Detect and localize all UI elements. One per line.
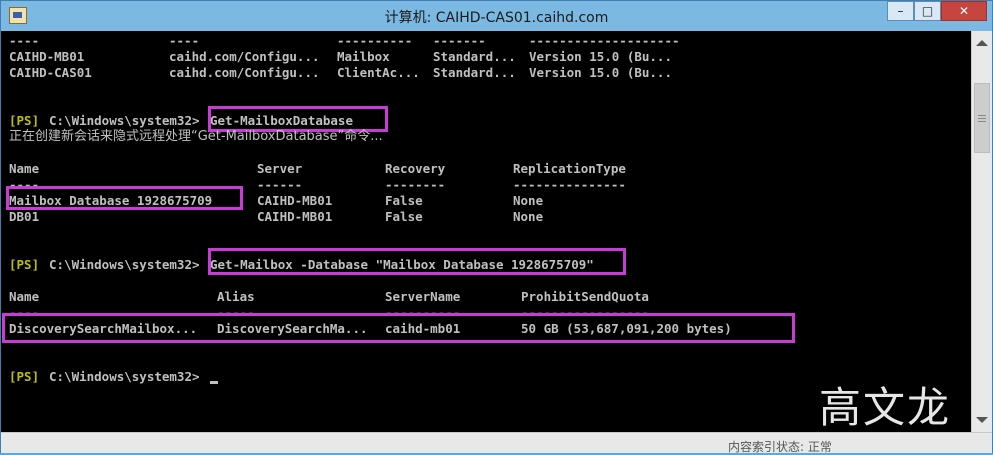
cell: None <box>513 209 544 224</box>
grip-line <box>978 118 986 119</box>
vertical-scrollbar[interactable] <box>971 31 992 432</box>
cell: --------------- <box>513 177 626 192</box>
cell: ClientAc... <box>337 65 420 80</box>
background-status-strip: 内容索引状态: 正常 <box>1 432 992 454</box>
database-table-header: Name Server Recovery ReplicationType <box>1 161 626 177</box>
prompt-path: C:\Windows\system32> <box>49 113 200 128</box>
server-table-row: CAIHD-CAS01 caihd.com/Configu... ClientA… <box>1 65 672 81</box>
column-header: ProhibitSendQuota <box>521 289 649 304</box>
prompt-path: C:\Windows\system32> <box>49 369 200 384</box>
text-cursor <box>210 381 218 384</box>
database-table-row: DB01 CAIHD-MB01 False None <box>1 209 543 225</box>
cell: ------- <box>433 33 486 48</box>
database-highlight-box <box>6 186 243 210</box>
cell: False <box>385 209 423 224</box>
cell: Standard... <box>433 65 516 80</box>
grip-line <box>978 115 986 116</box>
cell: -------------------- <box>529 33 680 48</box>
message-text: 正在创建新会话来隐式远程处理“Get-MailboxDatabase”命令... <box>9 129 383 144</box>
column-header: Recovery <box>385 161 446 176</box>
cell: ---- <box>9 33 40 48</box>
column-header: Server <box>257 161 303 176</box>
cell: ------ <box>257 177 303 192</box>
cell: -------- <box>385 177 446 192</box>
cell: CAIHD-MB01 <box>257 193 333 208</box>
server-table-separator: ---- ---- ---------- ------- -----------… <box>1 33 680 49</box>
prompt-line-2: [PS] C:\Windows\system32> Get-Mailbox -D… <box>1 257 594 273</box>
prompt-tag: [PS] <box>9 257 40 272</box>
mailbox-highlight-box <box>2 313 795 343</box>
scroll-down-arrow-icon[interactable] <box>976 417 988 423</box>
cell: Mailbox <box>337 49 390 64</box>
cell: Version 15.0 (Bu... <box>529 49 672 64</box>
cell: False <box>385 193 423 208</box>
prompt-path: C:\Windows\system32> <box>49 257 200 272</box>
cell: caihd.com/Configu... <box>169 65 320 80</box>
cell: CAIHD-CAS01 <box>9 65 92 80</box>
scroll-thumb[interactable] <box>974 83 990 153</box>
cell: caihd.com/Configu... <box>169 49 320 64</box>
prompt-tag: [PS] <box>9 113 40 128</box>
prompt-line-1: [PS] C:\Windows\system32> Get-MailboxDat… <box>1 113 353 129</box>
minimize-button[interactable]: – <box>887 1 914 21</box>
maximize-button[interactable]: □ <box>914 1 941 21</box>
cell: ---- <box>169 33 200 48</box>
cell: Standard... <box>433 49 516 64</box>
remote-powershell-window: 计算机: CAIHD-CAS01.caihd.com – □ ✕ ---- --… <box>0 0 993 454</box>
scroll-up-arrow-icon[interactable] <box>976 40 988 46</box>
console-output[interactable]: ---- ---- ---------- ------- -----------… <box>1 31 971 432</box>
column-header: Name <box>9 289 40 304</box>
close-button[interactable]: ✕ <box>941 1 987 21</box>
window-title: 计算机: CAIHD-CAS01.caihd.com <box>384 10 609 26</box>
session-message: 正在创建新会话来隐式远程处理“Get-MailboxDatabase”命令... <box>1 129 383 145</box>
title-bar[interactable]: 计算机: CAIHD-CAS01.caihd.com – □ ✕ <box>1 1 992 31</box>
prompt-line-3[interactable]: [PS] C:\Windows\system32> <box>1 369 200 385</box>
cell: ---------- <box>337 33 413 48</box>
cell: Version 15.0 (Bu... <box>529 65 672 80</box>
cell: CAIHD-MB01 <box>257 209 333 224</box>
mailbox-table-header: Name Alias ServerName ProhibitSendQuota <box>1 289 649 305</box>
cell: DB01 <box>9 209 40 224</box>
column-header: ReplicationType <box>513 161 626 176</box>
column-header: ServerName <box>385 289 461 304</box>
index-status-text: 内容索引状态: 正常 <box>728 440 832 454</box>
column-header: Alias <box>217 289 255 304</box>
column-header: Name <box>9 161 40 176</box>
cell: CAIHD-MB01 <box>9 49 85 64</box>
author-watermark: 高文龙 <box>819 383 952 432</box>
prompt-tag: [PS] <box>9 369 40 384</box>
command-highlight-box <box>208 248 626 275</box>
grip-line <box>978 121 986 122</box>
server-table-row: CAIHD-MB01 caihd.com/Configu... Mailbox … <box>1 49 672 65</box>
cell: None <box>513 193 544 208</box>
